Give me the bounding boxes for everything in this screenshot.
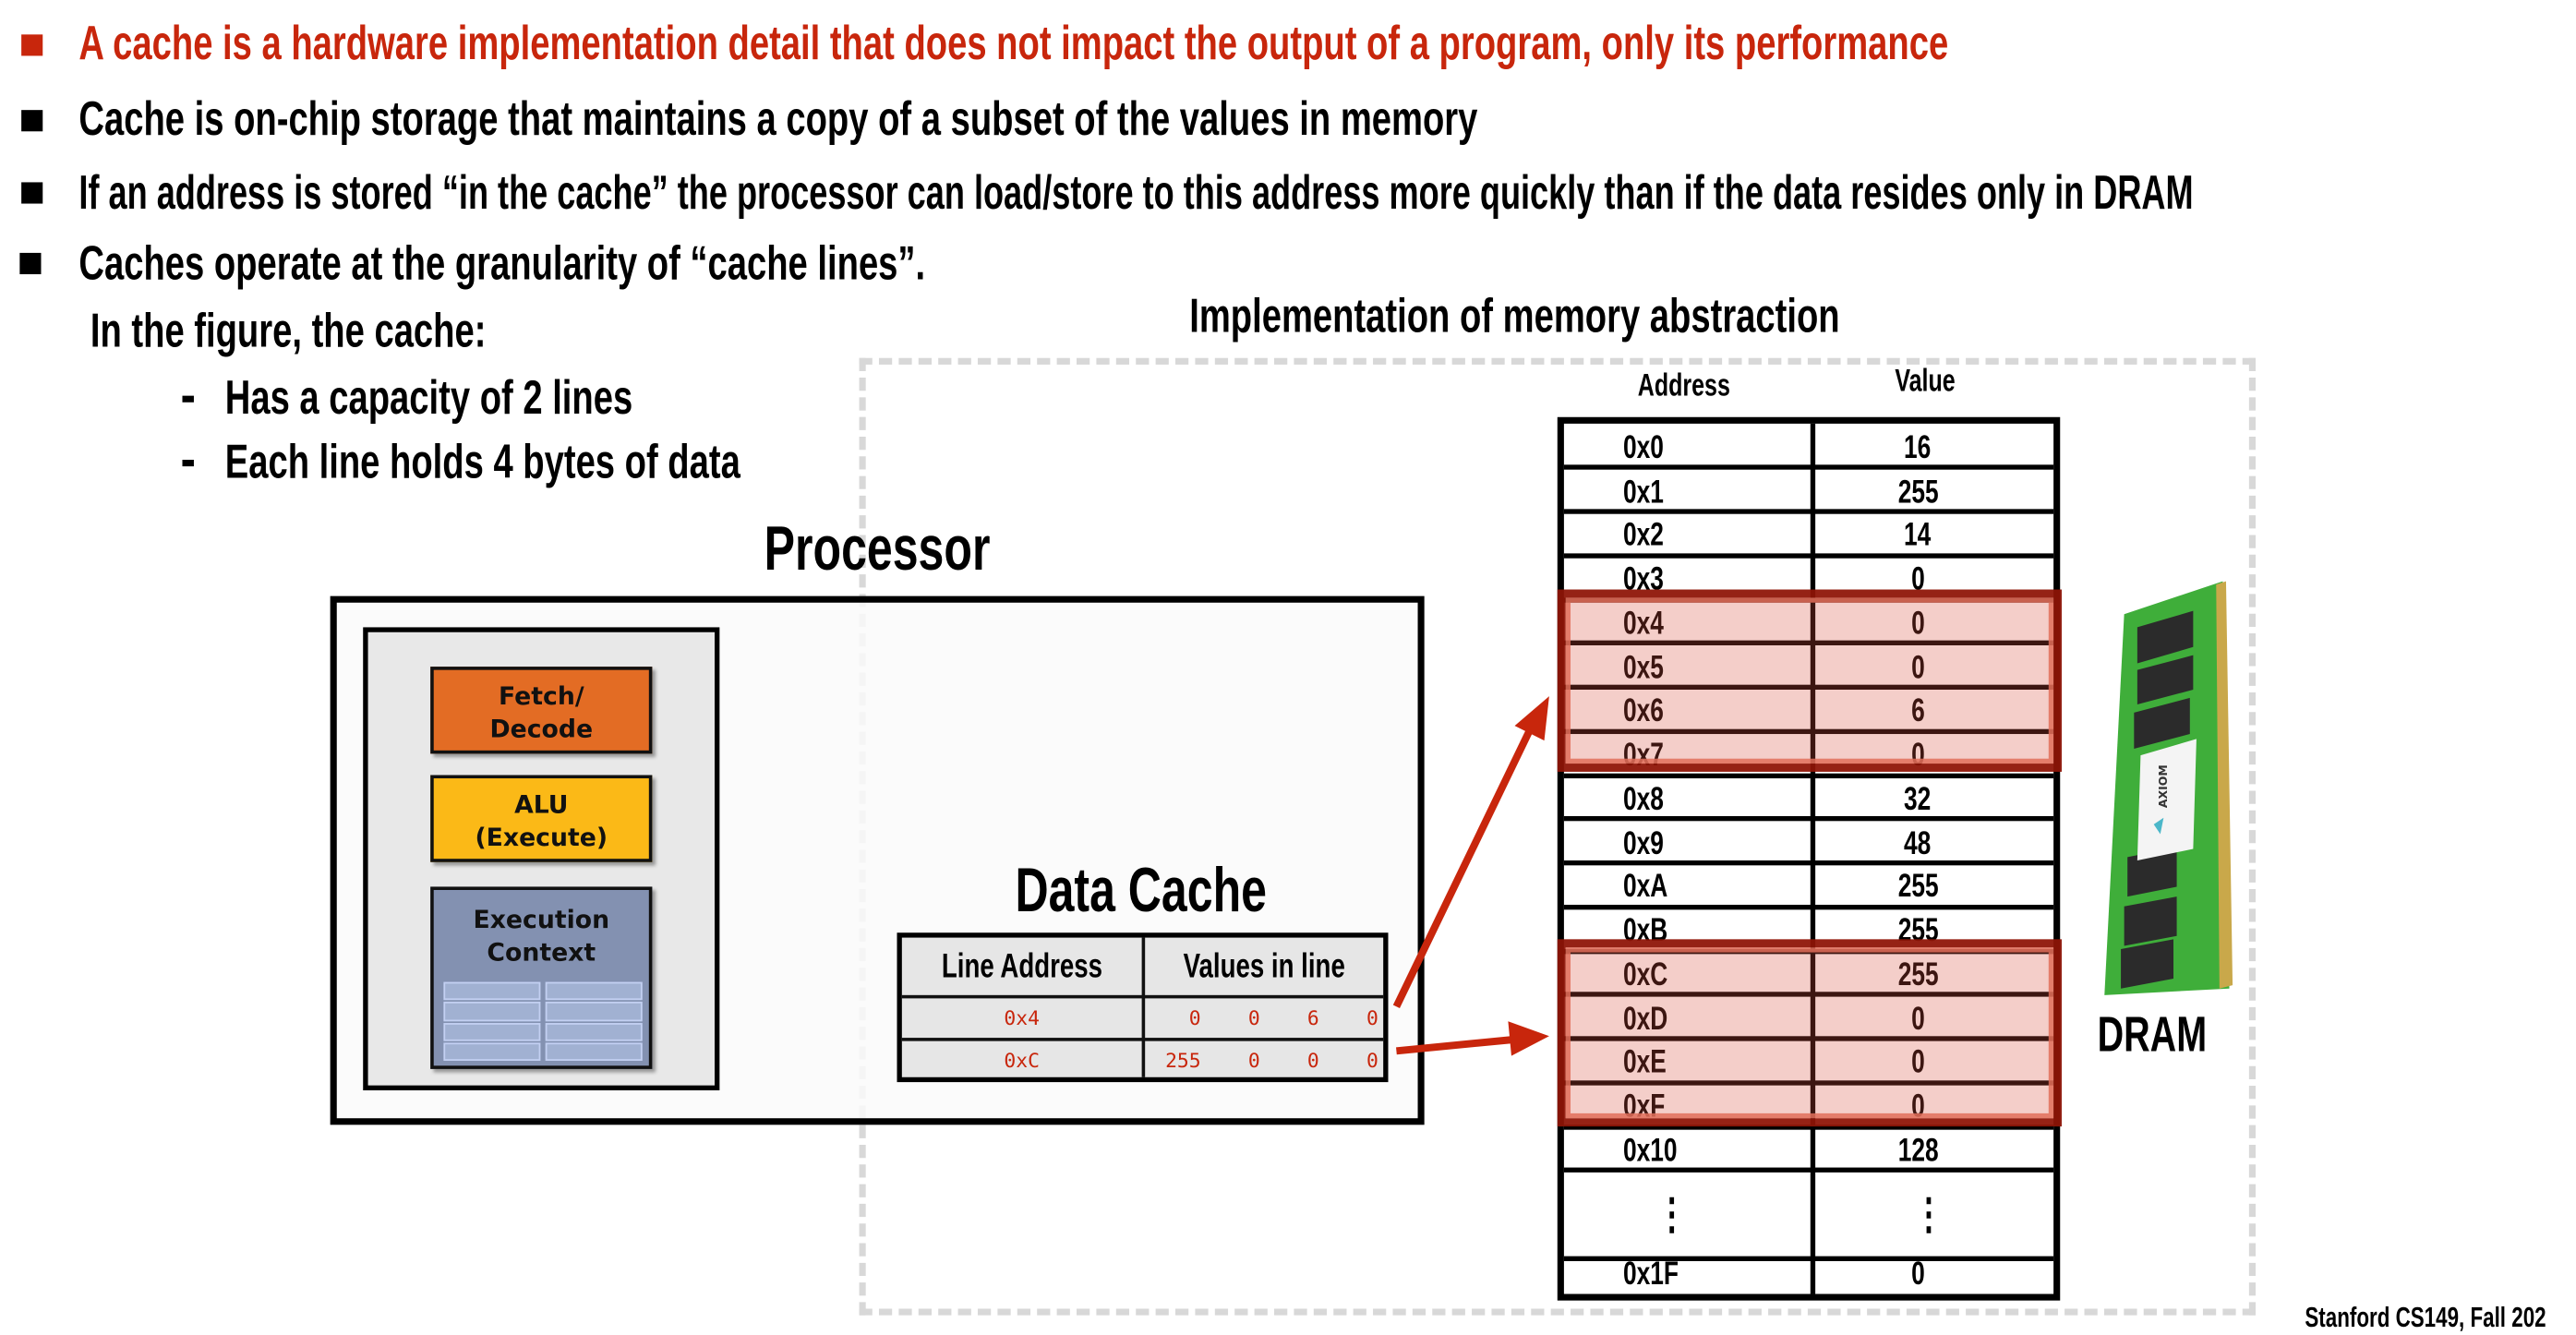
dram-label: DRAM [2070, 1008, 2234, 1064]
svg-text:AXIOM: AXIOM [2156, 764, 2170, 808]
arrow-icon [1396, 1021, 1549, 1056]
dram-module-icon: AXIOM [2104, 581, 2233, 995]
footer: Stanford CS149, Fall 202 [2305, 1302, 2576, 1335]
footer-text: Stanford CS149, Fall 202 [2305, 1302, 2546, 1334]
slide: A cache is a hardware implementation det… [0, 0, 2576, 1335]
arrow-icon [1392, 696, 1549, 1009]
dram-label-text: DRAM [2097, 1008, 2208, 1063]
